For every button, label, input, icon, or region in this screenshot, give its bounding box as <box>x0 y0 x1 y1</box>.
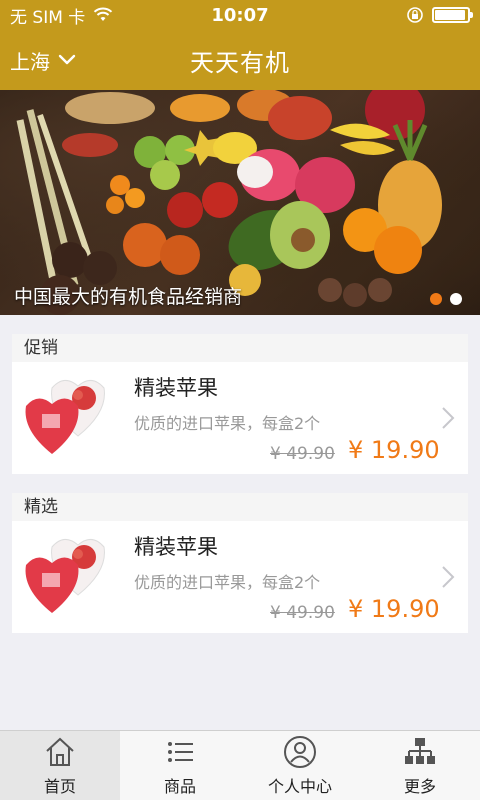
app-header: 无 SIM 卡 10:07 上海 天天有机 <box>0 0 480 90</box>
navigation-bar: 上海 天天有机 <box>0 30 480 90</box>
carrier-text: 无 SIM 卡 <box>10 7 86 28</box>
orientation-lock-icon <box>407 7 423 23</box>
user-icon <box>284 735 316 768</box>
tab-home-label: 首页 <box>43 776 76 796</box>
section-header-featured: 精选 <box>12 493 468 521</box>
apple-gift-box-image <box>25 539 105 613</box>
sale-price: ¥ 19.90 <box>348 436 440 464</box>
banner-pagination[interactable] <box>430 293 462 305</box>
city-selector[interactable]: 上海 <box>0 46 76 75</box>
tab-home[interactable]: 首页 <box>0 731 120 800</box>
product-card-featured[interactable]: 精装苹果 优质的进口苹果，每盒2个 ¥ 49.90 ¥ 19.90 <box>12 521 468 633</box>
tab-more[interactable]: 更多 <box>360 731 480 800</box>
product-name: 精装苹果 <box>134 376 218 400</box>
tab-products[interactable]: 商品 <box>120 731 240 800</box>
promo-banner[interactable]: 中国最大的有机食品经销商 <box>0 90 480 315</box>
product-card-promotion[interactable]: 精装苹果 优质的进口苹果，每盒2个 ¥ 49.90 ¥ 19.90 <box>12 362 468 474</box>
chevron-right-icon <box>442 566 455 588</box>
original-price: ¥ 49.90 <box>270 603 335 623</box>
status-bar: 无 SIM 卡 10:07 <box>0 0 480 30</box>
list-icon <box>168 741 193 762</box>
chevron-right-icon <box>442 407 455 429</box>
tab-profile-label: 个人中心 <box>267 776 332 796</box>
section-header-promotion: 促销 <box>12 334 468 362</box>
tab-products-label: 商品 <box>163 776 196 796</box>
status-right <box>406 6 473 24</box>
banner-page-dot-1[interactable] <box>430 293 442 305</box>
sale-price: ¥ 19.90 <box>348 595 440 623</box>
tab-more-label: 更多 <box>403 776 436 796</box>
chevron-down-icon <box>58 54 76 65</box>
apple-gift-box-image <box>25 380 105 454</box>
sitemap-icon <box>405 737 435 764</box>
product-name: 精装苹果 <box>134 535 218 559</box>
battery-icon <box>432 7 473 23</box>
product-description: 优质的进口苹果，每盒2个 <box>134 573 321 592</box>
banner-page-dot-2[interactable] <box>450 293 462 305</box>
city-label: 上海 <box>10 49 50 74</box>
tab-profile[interactable]: 个人中心 <box>240 731 360 800</box>
bottom-tab-bar: 首页 商品 个人中心 更多 <box>0 730 480 800</box>
status-left: 无 SIM 卡 <box>10 3 113 28</box>
home-icon <box>46 737 74 766</box>
wifi-icon <box>94 7 113 21</box>
original-price: ¥ 49.90 <box>270 444 335 464</box>
banner-caption: 中国最大的有机食品经销商 <box>14 286 243 308</box>
battery-fill <box>435 10 466 20</box>
product-description: 优质的进口苹果，每盒2个 <box>134 414 321 433</box>
